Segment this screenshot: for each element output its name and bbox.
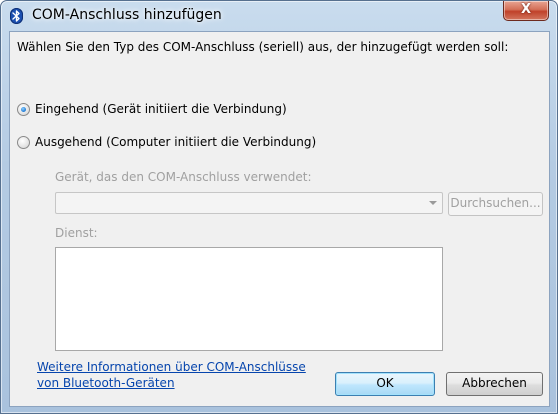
service-label: Dienst: xyxy=(55,226,98,240)
radio-outgoing[interactable]: Ausgehend (Computer initiiert die Verbin… xyxy=(17,135,316,149)
ok-button[interactable]: OK xyxy=(335,372,435,396)
close-button[interactable]: X xyxy=(503,1,549,21)
radio-outgoing-button[interactable] xyxy=(17,135,30,149)
browse-button[interactable]: Durchsuchen... xyxy=(448,192,543,216)
more-info-link-line1[interactable]: Weitere Informationen über COM-Anschlüss… xyxy=(37,360,306,374)
instruction-text: Wählen Sie den Typ des COM-Anschluss (se… xyxy=(17,40,509,54)
bluetooth-icon xyxy=(10,8,23,24)
more-info-link-line2[interactable]: von Bluetooth-Geräten xyxy=(37,376,175,390)
chevron-down-icon[interactable] xyxy=(425,195,440,211)
radio-incoming-button[interactable] xyxy=(17,102,30,116)
device-combobox[interactable] xyxy=(55,192,443,214)
title-bar[interactable]: COM-Anschluss hinzufügen X xyxy=(1,1,557,31)
radio-incoming-label: Eingehend (Gerät initiiert die Verbindun… xyxy=(35,102,287,116)
dialog-body: Wählen Sie den Typ des COM-Anschluss (se… xyxy=(9,31,550,407)
dialog-window: COM-Anschluss hinzufügen X Wählen Sie de… xyxy=(0,0,558,414)
radio-incoming[interactable]: Eingehend (Gerät initiiert die Verbindun… xyxy=(17,102,287,116)
radio-outgoing-label: Ausgehend (Computer initiiert die Verbin… xyxy=(35,135,317,149)
device-label: Gerät, das den COM-Anschluss verwendet: xyxy=(55,170,312,184)
close-icon: X xyxy=(520,2,532,17)
window-title: COM-Anschluss hinzufügen xyxy=(32,7,222,23)
service-listbox[interactable] xyxy=(55,247,443,351)
cancel-button[interactable]: Abbrechen xyxy=(446,372,543,396)
